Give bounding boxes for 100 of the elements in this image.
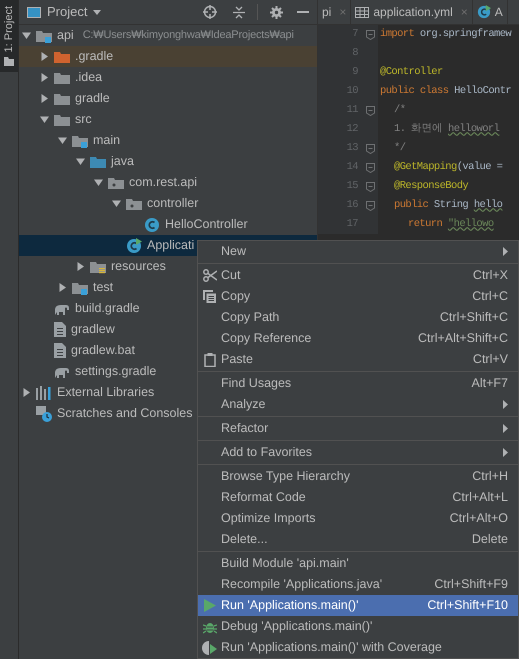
menu-item[interactable]: Refactor [198, 418, 518, 439]
clipboard-icon [204, 352, 216, 366]
resources-folder-icon [90, 260, 106, 274]
tree-item-label: build.gradle [75, 300, 140, 318]
collapsed-arrow-icon[interactable] [40, 94, 49, 103]
tree-item[interactable]: main [19, 130, 317, 151]
collapsed-arrow-icon[interactable] [58, 283, 67, 292]
menu-item[interactable]: Browse Type Hierarchy Ctrl+H [198, 466, 518, 487]
editor-tab[interactable]: A [472, 0, 508, 24]
dropdown-caret-icon [93, 10, 102, 14]
expanded-arrow-icon[interactable] [94, 178, 103, 187]
expanded-arrow-icon[interactable] [40, 115, 49, 124]
package-icon [126, 196, 142, 210]
menu-item[interactable]: Copy Ctrl+C [198, 286, 518, 307]
collapsed-arrow-icon[interactable] [40, 73, 49, 82]
tree-item-label: gradle [75, 90, 110, 108]
fold-marker-icon[interactable] [366, 30, 374, 40]
folder-icon [54, 92, 70, 106]
collapsed-arrow-icon[interactable] [76, 262, 85, 271]
menu-item[interactable]: Build Module 'api.main' [198, 553, 518, 574]
tree-item-label: .idea [75, 69, 102, 86]
fold-marker-icon[interactable] [366, 182, 374, 192]
folder-icon [54, 50, 70, 64]
fold-marker-icon[interactable] [366, 162, 374, 172]
editor-tab[interactable]: pi × [318, 0, 352, 24]
code-token: @ResponseBody [394, 178, 468, 194]
folder-icon [54, 70, 70, 84]
fold-marker-icon[interactable] [366, 144, 374, 154]
menu-item[interactable]: Analyze [198, 394, 518, 415]
code-token: helloworl [448, 122, 500, 137]
menu-shortcut: Ctrl+Alt+O [450, 510, 508, 528]
project-tool-tab[interactable]: 1: Project [0, 0, 18, 72]
collapsed-arrow-icon[interactable] [22, 388, 31, 397]
settings-icon[interactable] [270, 6, 283, 18]
menu-item[interactable]: Find Usages Alt+F7 [198, 373, 518, 394]
menu-item[interactable]: Recompile 'Applications.java' Ctrl+Shift+F9 [198, 574, 518, 595]
tree-item[interactable]: HelloController [19, 214, 317, 235]
tree-item[interactable]: com.rest.api [19, 172, 317, 193]
menu-item[interactable]: Optimize Imports Ctrl+Alt+O [198, 508, 518, 529]
tree-item[interactable]: api C:₩Users₩kimyonghwa₩IdeaProjects₩api [19, 25, 317, 46]
expanded-arrow-icon[interactable] [58, 136, 67, 145]
class-icon [144, 216, 160, 232]
editor-tab[interactable]: application.yml × [351, 0, 473, 24]
tree-item-label: HelloController [165, 216, 248, 234]
fold-marker-icon[interactable] [366, 200, 374, 210]
tree-item-label: resources [111, 258, 166, 276]
code-token: import [380, 26, 414, 42]
expanded-arrow-icon[interactable] [112, 199, 121, 208]
menu-shortcut: Ctrl+Shift+F10 [427, 597, 508, 614]
submenu-arrow-icon [503, 448, 508, 457]
menu-item[interactable]: Copy Reference Ctrl+Alt+Shift+C [198, 328, 518, 349]
file-icon [54, 343, 66, 358]
fold-marker-icon[interactable] [366, 106, 374, 116]
code-token: public class [380, 84, 450, 99]
tree-item[interactable]: controller [19, 193, 317, 214]
collapse-all-icon[interactable] [233, 6, 245, 18]
collapsed-arrow-icon[interactable] [40, 52, 49, 61]
tree-item-label: .gradle [75, 48, 114, 66]
menu-item[interactable]: Delete... Delete [198, 529, 518, 550]
tree-item[interactable]: gradle [19, 88, 317, 109]
menu-item[interactable]: Paste Ctrl+V [198, 349, 518, 370]
menu-item[interactable]: Copy Path Ctrl+Shift+C [198, 307, 518, 328]
code-token: String [434, 198, 470, 213]
tree-item-path: C:₩Users₩kimyonghwa₩IdeaProjects₩api [82, 28, 294, 44]
submenu-arrow-icon [503, 424, 508, 433]
menu-item[interactable]: Debug 'Applications.main()' [198, 616, 518, 637]
scratches-icon [36, 406, 52, 422]
menu-shortcut: Ctrl+Alt+L [452, 489, 508, 506]
tree-item[interactable]: src [19, 109, 317, 130]
tree-item-label: api [57, 27, 74, 44]
tree-item[interactable]: .idea [19, 67, 317, 88]
menu-shortcut: Ctrl+Alt+Shift+C [418, 330, 508, 348]
code-token: HelloContr [454, 84, 512, 99]
expanded-arrow-icon[interactable] [76, 157, 85, 166]
code-token: public [394, 198, 430, 213]
libraries-icon [36, 386, 52, 400]
tree-item[interactable]: .gradle [19, 46, 317, 67]
crosshair-icon[interactable] [203, 5, 217, 19]
tree-item[interactable]: java [19, 151, 317, 172]
table-icon [355, 6, 370, 18]
class-icon [476, 5, 491, 19]
menu-item[interactable]: Add to Favorites [198, 442, 518, 463]
tree-item-label: java [111, 153, 134, 170]
file-icon [54, 322, 66, 337]
code-token: */ [394, 140, 406, 156]
menu-item[interactable]: Run 'Applications.main()' Ctrl+Shift+F10 [198, 595, 518, 616]
menu-shortcut: Ctrl+C [472, 288, 508, 306]
module-folder-icon [72, 134, 88, 148]
menu-item[interactable]: Cut Ctrl+X [198, 265, 518, 286]
tree-item-label: test [93, 279, 114, 296]
expanded-arrow-icon[interactable] [22, 31, 31, 40]
elephant-icon [54, 302, 70, 314]
menu-item[interactable]: Reformat Code Ctrl+Alt+L [198, 487, 518, 508]
code-token: (value = [456, 160, 502, 175]
view-selector[interactable]: Project [27, 2, 102, 22]
menu-shortcut: Ctrl+X [472, 267, 508, 284]
submenu-arrow-icon [503, 247, 508, 256]
submenu-arrow-icon [503, 400, 508, 409]
menu-item[interactable]: Run 'Applications.main()' with Coverage [198, 637, 518, 658]
code-token: 1. 화면에 [394, 122, 444, 137]
